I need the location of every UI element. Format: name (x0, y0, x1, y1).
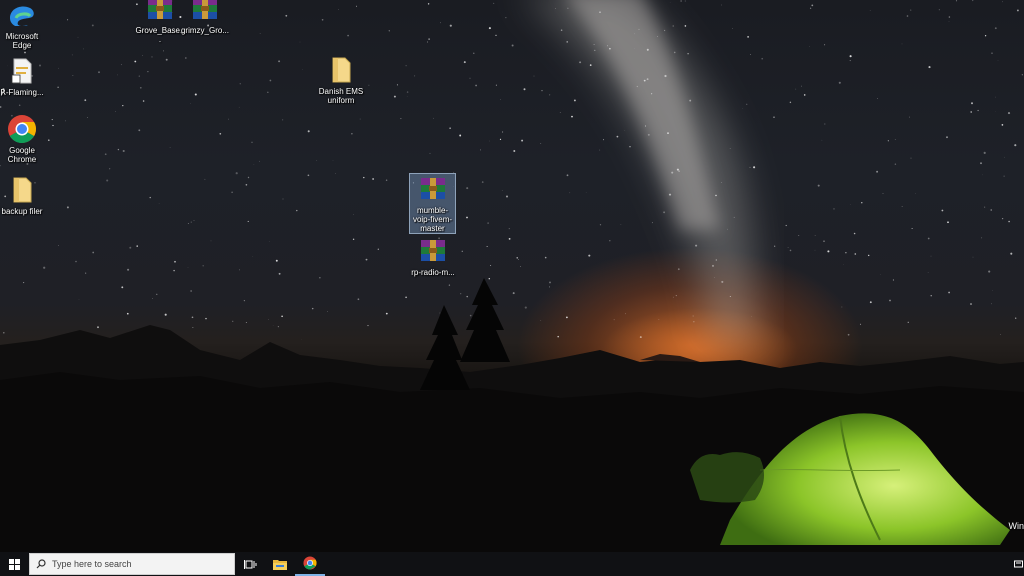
chrome-icon (303, 556, 317, 570)
task-view-icon (243, 559, 256, 569)
desktop-icon-rp-radio[interactable]: rp-radio-m... (408, 236, 458, 277)
activation-watermark: Win (1008, 521, 1024, 531)
desktop-icon-danish-ems[interactable]: Danish EMS uniform (316, 55, 366, 105)
desktop-icon-grove-base[interactable]: Grove_Base... (135, 0, 185, 44)
desktop-icon-backup-filer[interactable]: backup filer (0, 175, 47, 216)
desktop-icon-label: Danish EMS uniform (318, 87, 364, 105)
folder-icon (324, 55, 358, 85)
taskbar-search-box[interactable]: Type here to search (29, 553, 235, 575)
start-icon (8, 558, 20, 570)
edge-icon (5, 0, 39, 30)
task-view-button[interactable] (235, 552, 265, 576)
desktop-icon-label: ℟-Flaming... (0, 88, 44, 97)
desktop-icon-chrome[interactable]: Google Chrome (0, 114, 47, 164)
desktop-icon-grimzy[interactable]: grimzy_Gro... (180, 0, 230, 35)
desktop-icon-label: grimzy_Gro... (180, 26, 229, 35)
text-document-icon (5, 56, 39, 86)
winrar-archive-icon (416, 174, 450, 204)
desktop-icon-edge[interactable]: Microsoft Edge (0, 0, 47, 50)
desktop-icon-label: mumble-voip-fivem-master (412, 206, 453, 233)
chrome-taskbar-button[interactable] (295, 552, 325, 576)
desktop-icon-mumble-voip[interactable]: mumble-voip-fivem-master (409, 173, 456, 234)
notification-button[interactable] (1012, 552, 1024, 576)
file-explorer-button[interactable] (265, 552, 295, 576)
search-placeholder: Type here to search (52, 559, 132, 569)
desktop-icon-label: Grove_Base... (135, 26, 185, 44)
folder-icon (5, 175, 39, 205)
taskbar: Type here to search (0, 552, 1024, 576)
desktop-icon-label: Microsoft Edge (5, 32, 39, 50)
desktop-icon-label: rp-radio-m... (411, 268, 455, 277)
desktop-icon-label: backup filer (1, 207, 43, 216)
start-button[interactable] (0, 552, 28, 576)
notification-icon (1013, 560, 1023, 567)
mountain-silhouette (0, 278, 1024, 552)
desktop-icon-flaming[interactable]: ℟-Flaming... (0, 56, 47, 97)
winrar-archive-icon (416, 236, 450, 266)
winrar-archive-icon (143, 0, 177, 24)
chrome-icon (5, 114, 39, 144)
desktop-icon-label: Google Chrome (7, 146, 37, 164)
desktop-wallpaper: Microsoft Edge Grove_Base... grimzy_Gro.… (0, 0, 1024, 552)
winrar-archive-icon (188, 0, 222, 24)
file-explorer-icon (273, 560, 287, 570)
search-icon (36, 559, 46, 569)
